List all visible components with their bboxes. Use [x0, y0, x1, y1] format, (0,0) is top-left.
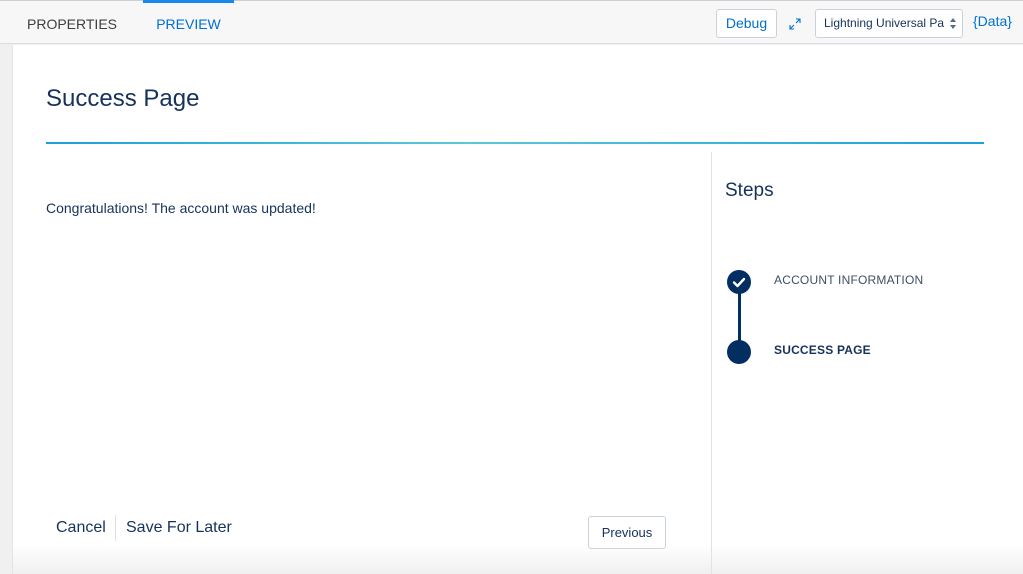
select-arrows-icon — [949, 10, 957, 37]
data-link[interactable]: {Data} — [973, 13, 1012, 29]
save-for-later-button[interactable]: Save For Later — [126, 519, 232, 537]
success-message: Congratulations! The account was updated… — [46, 200, 316, 216]
cancel-button[interactable]: Cancel — [56, 519, 106, 537]
expand-arrows-icon[interactable] — [789, 17, 801, 30]
steps-title: Steps — [725, 180, 774, 201]
step-completed-check-icon — [727, 270, 751, 294]
step-current-circle-icon — [727, 340, 751, 364]
page-title: Success Page — [46, 85, 200, 112]
bottom-shadow — [13, 544, 1023, 574]
steps-panel-divider — [711, 152, 712, 574]
tab-properties[interactable]: PROPERTIES — [27, 0, 117, 44]
title-divider — [46, 142, 984, 144]
debug-button[interactable]: Debug — [716, 9, 777, 38]
preview-canvas: Success Page Congratulations! The accoun… — [12, 45, 1023, 574]
footer-separator — [115, 515, 116, 541]
step-label-account-information: ACCOUNT INFORMATION — [774, 273, 924, 287]
step-label-success-page: SUCCESS PAGE — [774, 343, 871, 357]
page-template-select-value: Lightning Universal Page — [824, 16, 944, 30]
builder-toolbar: PROPERTIES PREVIEW Debug Lightning Unive… — [0, 0, 1023, 44]
page-template-select[interactable]: Lightning Universal Page — [815, 9, 963, 38]
tab-preview[interactable]: PREVIEW — [143, 0, 234, 44]
